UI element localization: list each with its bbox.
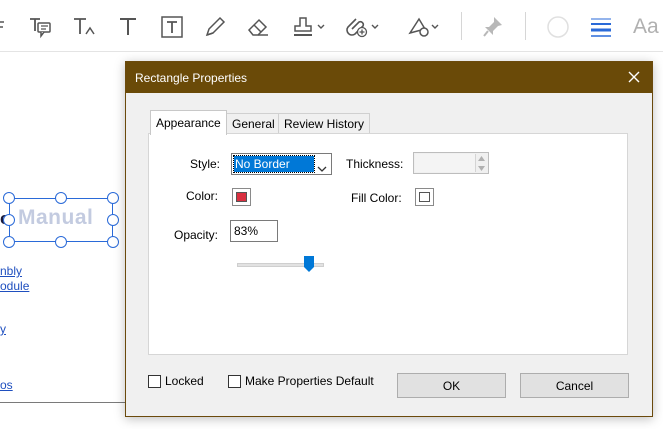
- thickness-input: [415, 154, 476, 172]
- locked-checkbox[interactable]: Locked: [148, 374, 204, 388]
- style-label: Style:: [190, 157, 221, 171]
- line-weight-icon[interactable]: [589, 14, 613, 40]
- opacity-slider-thumb[interactable]: [304, 256, 315, 272]
- opacity-label: Opacity:: [174, 228, 219, 242]
- opacity-input[interactable]: 83%: [230, 220, 278, 242]
- toolbar-divider: [461, 12, 462, 40]
- resize-handle-right[interactable]: [107, 214, 119, 226]
- resize-handle-bottom-right[interactable]: [107, 236, 119, 248]
- make-default-checkbox-box[interactable]: [228, 374, 241, 388]
- document-rule: [0, 402, 130, 403]
- textbox-icon[interactable]: [160, 14, 184, 40]
- eraser-icon[interactable]: [245, 14, 271, 40]
- tab-general[interactable]: General: [226, 113, 281, 134]
- resize-handle-left[interactable]: [3, 214, 15, 226]
- locked-checkbox-box[interactable]: [148, 374, 161, 388]
- color-swatch-button[interactable]: [232, 188, 251, 206]
- toolbar: Aa: [0, 0, 663, 52]
- spin-down-icon: [475, 163, 488, 173]
- pencil-icon[interactable]: [203, 14, 227, 40]
- opacity-slider-fill: [238, 264, 311, 266]
- typewriter-text-icon[interactable]: [117, 14, 139, 40]
- resize-handle-bottom[interactable]: [55, 236, 67, 248]
- resize-handle-bottom-left[interactable]: [3, 236, 15, 248]
- shapes-icon[interactable]: [407, 14, 441, 40]
- fill-color-swatch: [419, 192, 430, 202]
- spin-up-icon: [475, 153, 488, 163]
- style-select[interactable]: No Border: [231, 153, 332, 175]
- rectangle-properties-dialog: Rectangle Properties Appearance General …: [125, 61, 653, 417]
- document-link[interactable]: nbly: [0, 264, 22, 278]
- dialog-title: Rectangle Properties: [135, 71, 248, 85]
- resize-handle-top-right[interactable]: [107, 192, 119, 204]
- ok-button[interactable]: OK: [397, 373, 506, 398]
- chevron-down-icon: [317, 160, 327, 178]
- document-link[interactable]: os: [0, 378, 13, 392]
- partial-icon[interactable]: [0, 14, 6, 40]
- font-size-icon[interactable]: Aa: [633, 14, 659, 40]
- tab-review-history[interactable]: Review History: [278, 113, 371, 134]
- fill-color-swatch-button[interactable]: [415, 188, 434, 206]
- resize-handle-top[interactable]: [55, 192, 67, 204]
- make-default-label: Make Properties Default: [245, 374, 374, 388]
- thickness-label: Thickness:: [346, 157, 404, 171]
- color-swatch: [236, 192, 247, 202]
- stamp-icon[interactable]: [292, 14, 328, 40]
- document-link[interactable]: odule: [0, 279, 29, 293]
- attach-file-icon[interactable]: [346, 14, 382, 40]
- cancel-button[interactable]: Cancel: [520, 373, 629, 398]
- locked-label: Locked: [165, 374, 204, 388]
- text-correction-icon[interactable]: [72, 14, 98, 40]
- tab-appearance[interactable]: Appearance: [150, 110, 227, 135]
- color-circle-icon[interactable]: [546, 14, 570, 40]
- document-link[interactable]: y: [0, 322, 6, 336]
- style-selected-value: No Border: [233, 155, 315, 173]
- dialog-titlebar[interactable]: Rectangle Properties: [126, 62, 652, 93]
- close-icon[interactable]: [624, 67, 644, 87]
- toolbar-divider: [525, 12, 526, 40]
- make-default-checkbox[interactable]: Make Properties Default: [228, 374, 374, 388]
- thickness-stepper: [413, 152, 489, 174]
- resize-handle-top-left[interactable]: [3, 192, 15, 204]
- pin-icon[interactable]: [482, 14, 504, 40]
- comment-text-icon[interactable]: [27, 14, 53, 40]
- color-label: Color:: [186, 189, 219, 203]
- fill-color-label: Fill Color:: [351, 191, 402, 205]
